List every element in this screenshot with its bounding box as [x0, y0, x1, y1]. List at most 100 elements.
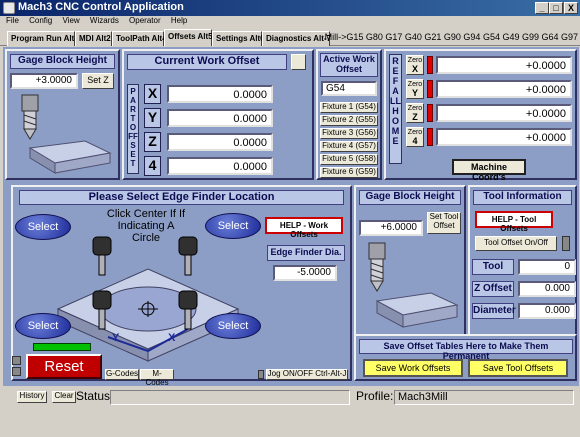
zero-4-button[interactable]: Zero 4 — [406, 127, 424, 147]
zero-z-button[interactable]: Zero Z — [406, 103, 424, 123]
gage-block-left-field[interactable]: +3.0000 — [10, 73, 78, 89]
reset-button[interactable]: Reset — [26, 354, 102, 379]
offset-x-field[interactable]: 0.0000 — [167, 85, 273, 103]
zero-x-button[interactable]: Zero X — [406, 55, 424, 75]
title-bar: Mach3 CNC Control Application _ □ X — [0, 0, 580, 16]
tool-label: Tool — [472, 259, 514, 275]
set-tool-offset-button[interactable]: Set Tool Offset — [427, 212, 461, 234]
m-codes-button[interactable]: M-Codes — [140, 369, 174, 387]
menu-wizards[interactable]: Wizards — [90, 16, 119, 25]
tool-number-field[interactable]: 0 — [518, 259, 576, 275]
history-button[interactable]: History — [17, 391, 47, 403]
tab-offsets[interactable]: Offsets Alt5 — [164, 29, 213, 46]
jog-on-off-button[interactable]: Jog ON/OFF Ctrl-Alt-J — [266, 369, 348, 380]
menu-operator[interactable]: Operator — [129, 16, 161, 25]
machine-coords-button[interactable]: Machine Coord's — [452, 159, 526, 182]
axis-y-label: Y — [144, 108, 161, 128]
jog-led — [258, 370, 264, 379]
minimize-button[interactable]: _ — [535, 2, 549, 14]
app-window: Mach3 CNC Control Application _ □ X File… — [0, 0, 580, 437]
x-home-led — [427, 56, 433, 74]
profile-field: Mach3Mill — [394, 390, 574, 405]
current-work-offset-title: Current Work Offset — [127, 54, 287, 70]
axis-4-label: 4 — [144, 156, 161, 176]
gage-block-right-title: Gage Block Height — [359, 190, 461, 205]
status-label: Status: — [76, 389, 114, 403]
tab-mdi[interactable]: MDI Alt2 — [75, 31, 112, 46]
z-home-led — [427, 104, 433, 122]
offset-y-field[interactable]: 0.0000 — [167, 109, 273, 127]
window-title: Mach3 CNC Control Application — [18, 1, 184, 13]
active-work-offset-field[interactable]: G54 — [321, 81, 377, 96]
edge-finder-title: Please Select Edge Finder Location — [19, 190, 344, 205]
select-bottom-left-button[interactable]: Select — [15, 313, 71, 339]
fixture-2-button[interactable]: Fixture 2 (G55) — [320, 115, 378, 126]
edge-finder-dia-label: Edge Finder Dia. — [267, 245, 345, 261]
gage-block-left-section: Gage Block Height +3.0000 Set Z — [5, 49, 120, 180]
fixture-1-button[interactable]: Fixture 1 (G54) — [320, 102, 378, 113]
tab-settings[interactable]: Settings Alt6 — [212, 31, 265, 46]
help-work-offsets-button[interactable]: HELP - Work Offsets — [265, 217, 343, 239]
machine-z-field[interactable]: +0.0000 — [436, 104, 572, 122]
gage-block-illustration — [21, 94, 112, 174]
menu-file[interactable]: File — [6, 16, 19, 25]
tool-offset-on-off-button[interactable]: Tool Offset On/Off — [475, 236, 557, 251]
z-offset-field[interactable]: 0.000 — [518, 281, 576, 297]
machine-y-field[interactable]: +0.0000 — [436, 80, 572, 98]
tab-toolpath[interactable]: ToolPath Alt4 — [112, 31, 167, 46]
tab-diagnostics[interactable]: Diagnostics Alt-7 — [262, 31, 331, 46]
fixture-6-button[interactable]: Fixture 6 (G59) — [320, 167, 378, 178]
app-icon — [3, 2, 15, 14]
edge-finder-dia-field[interactable]: -5.0000 — [273, 265, 337, 281]
menu-config[interactable]: Config — [29, 16, 52, 25]
zero-y-button[interactable]: Zero Y — [406, 79, 424, 99]
offset-4-field[interactable]: 0.0000 — [167, 157, 273, 175]
z-offset-label: Z Offset — [472, 281, 514, 297]
machine-4-field[interactable]: +0.0000 — [436, 128, 572, 146]
offset-z-field[interactable]: 0.0000 — [167, 133, 273, 151]
tab-program-run[interactable]: Program Run Alt-1 — [7, 31, 81, 46]
zero-x-label: Zero — [407, 57, 423, 64]
diameter-field[interactable]: 0.000 — [518, 303, 576, 319]
bottom-controls: Reset G-Codes M-Codes Jog ON/OFF Ctrl-Al… — [0, 340, 580, 387]
select-bottom-right-button[interactable]: Select — [205, 313, 261, 339]
help-tool-offsets-button[interactable]: HELP - Tool Offsets — [475, 211, 553, 233]
machine-coords-section: REF ALL HOME Zero X Zero Y Zero Z Zero 4 +0.… — [384, 49, 577, 182]
g-codes-button[interactable]: G-Codes — [105, 369, 139, 380]
zero-z-axis: Z — [412, 112, 418, 122]
menu-bar: File Config View Wizards Operator Help — [0, 16, 580, 28]
axis-z-label: Z — [144, 132, 161, 152]
close-button[interactable]: X — [564, 2, 578, 14]
zero-4-axis: 4 — [412, 136, 418, 146]
status-area: History Clear Status: Profile: Mach3Mill — [0, 386, 580, 437]
menu-help[interactable]: Help — [171, 16, 187, 25]
machine-x-field[interactable]: +0.0000 — [436, 56, 572, 74]
ref-all-home-button[interactable]: REF ALL HOME — [389, 54, 402, 164]
select-top-right-button[interactable]: Select — [205, 213, 261, 239]
clear-button[interactable]: Clear — [52, 391, 76, 403]
tool-information-title: Tool Information — [473, 190, 572, 205]
reset-indicator — [33, 343, 91, 351]
gage-block-left-title: Gage Block Height — [10, 54, 115, 69]
current-work-offset-section: Current Work Offset PART OFFSET X Y Z 4 … — [122, 49, 314, 180]
zero-4-label: Zero — [407, 129, 423, 136]
set-z-button[interactable]: Set Z — [82, 73, 114, 89]
zero-y-label: Zero — [407, 81, 423, 88]
zero-x-axis: X — [411, 64, 418, 74]
active-work-offset-section: Active Work Offset G54 Fixture 1 (G54) F… — [316, 49, 382, 180]
profile-label: Profile: — [356, 389, 394, 403]
offset-indicator — [291, 54, 306, 70]
axis-x-label: X — [144, 84, 161, 104]
gage-block-right-field[interactable]: +6.0000 — [359, 220, 423, 236]
menu-view[interactable]: View — [62, 16, 79, 25]
tool-gage-illustration — [368, 242, 459, 328]
fixture-3-button[interactable]: Fixture 3 (G56) — [320, 128, 378, 139]
fixture-5-button[interactable]: Fixture 5 (G58) — [320, 154, 378, 165]
fixture-4-button[interactable]: Fixture 4 (G57) — [320, 141, 378, 152]
part-offset-label: PART OFFSET — [127, 84, 139, 174]
tab-row: Program Run Alt-1 MDI Alt2 ToolPath Alt4… — [0, 29, 580, 46]
reset-side-led-1 — [12, 356, 21, 365]
maximize-button[interactable]: □ — [549, 2, 563, 14]
diameter-label: Diameter — [472, 303, 516, 319]
select-top-left-button[interactable]: Select — [15, 214, 71, 240]
